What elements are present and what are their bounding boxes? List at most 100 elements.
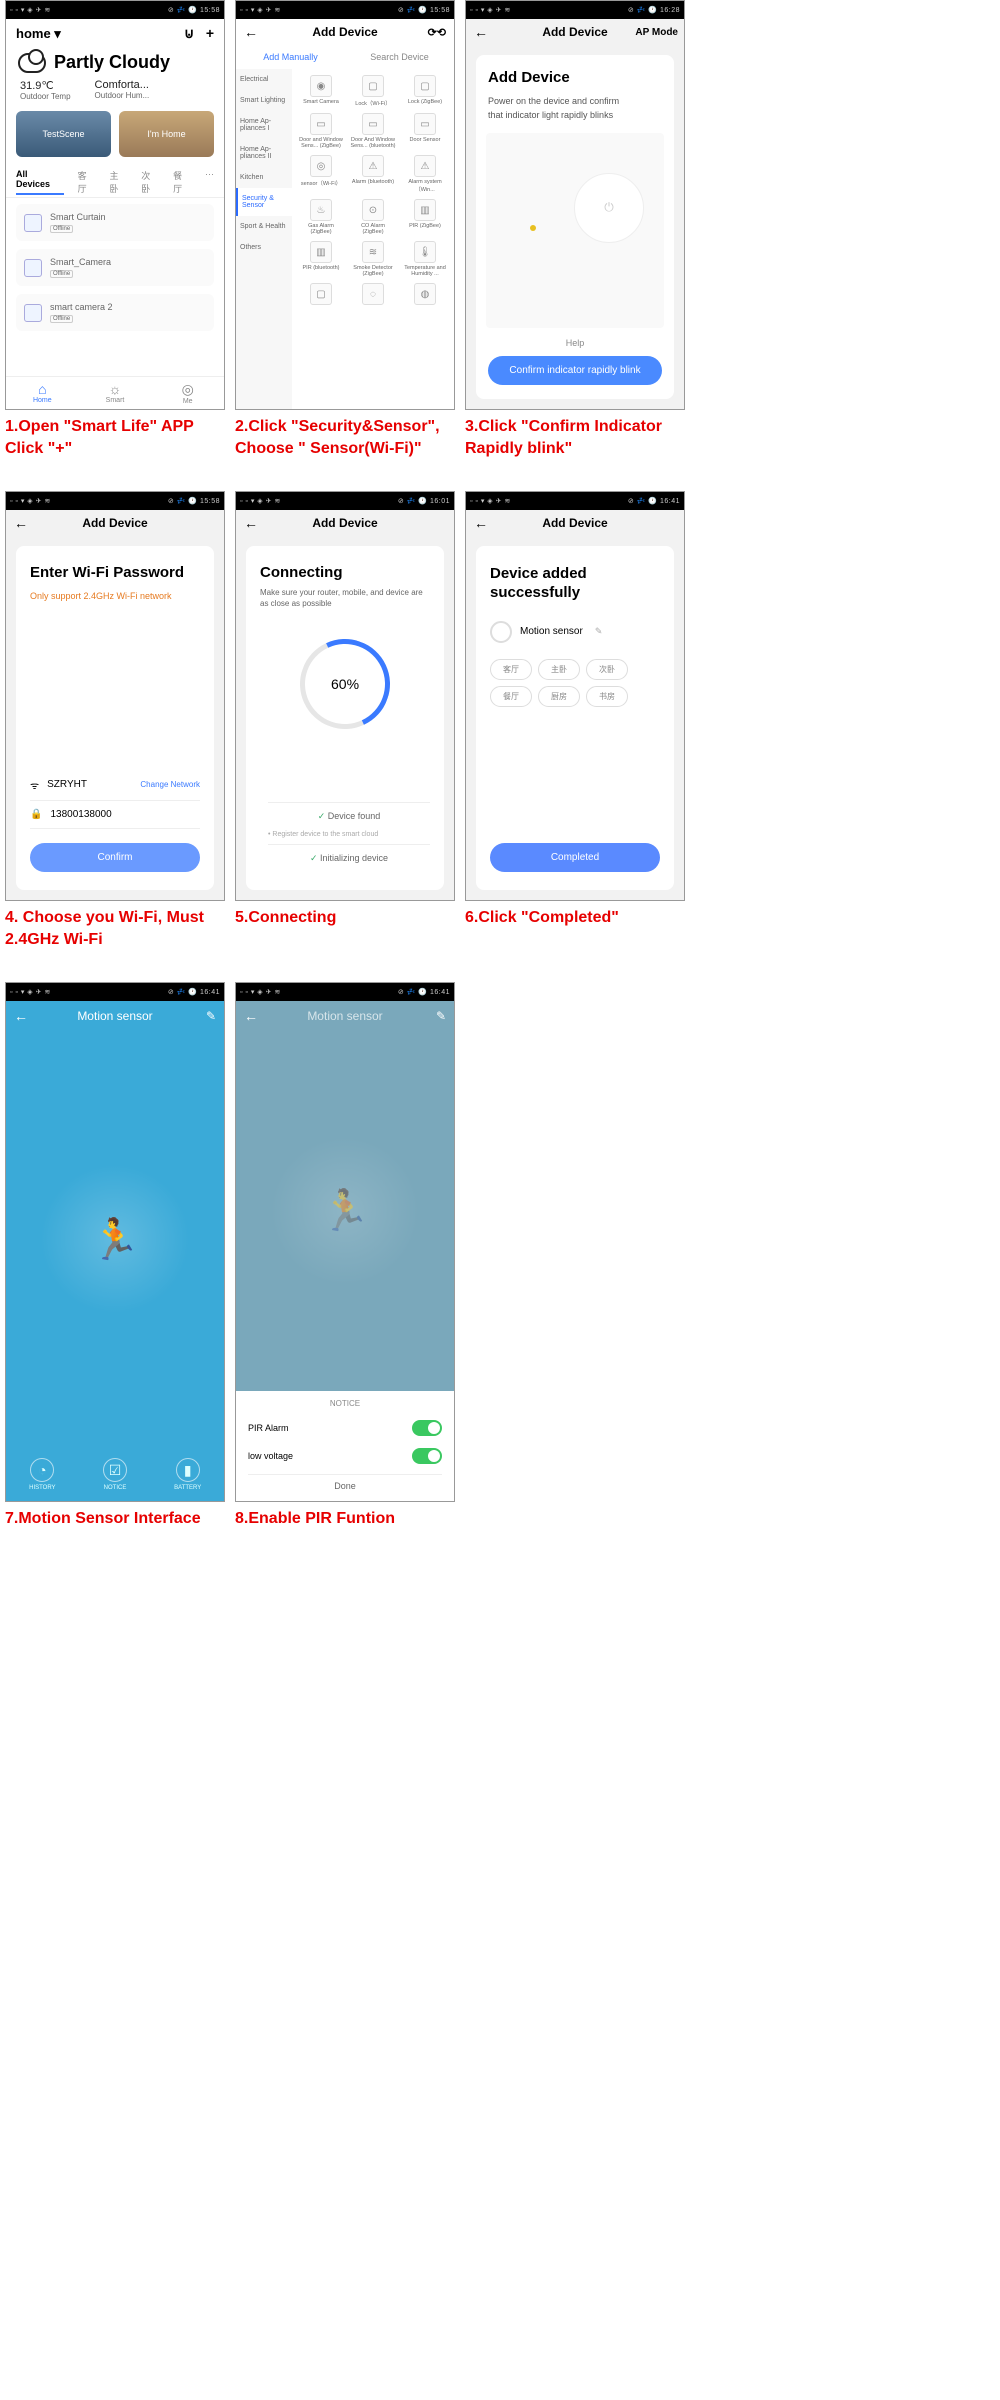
heading: Connecting xyxy=(260,564,430,581)
confirm-button[interactable]: Confirm xyxy=(30,843,200,872)
device-type-item[interactable]: ▥PIR (bluetooth) xyxy=(296,239,346,279)
device-type-icon: ♨ xyxy=(310,199,332,221)
room-chip[interactable]: 书房 xyxy=(586,686,628,707)
help-link[interactable]: Help xyxy=(488,338,662,348)
device-type-item[interactable]: ▭Door and Window Sens... (ZigBee) xyxy=(296,111,346,151)
low-voltage-toggle[interactable] xyxy=(412,1448,442,1464)
device-type-item[interactable]: ◍ xyxy=(400,281,450,309)
confirm-blink-button[interactable]: Confirm indicator rapidly blink xyxy=(488,356,662,385)
tab-search-device[interactable]: Search Device xyxy=(345,49,454,65)
warning-text: Only support 2.4GHz Wi-Fi network xyxy=(30,591,200,601)
low-voltage-label: low voltage xyxy=(248,1451,293,1461)
device-type-item[interactable]: ◎sensor（Wi-Fi） xyxy=(296,153,346,195)
page-title: Add Device xyxy=(312,25,377,39)
nav-me[interactable]: ◎Me xyxy=(151,381,224,405)
device-card[interactable]: Smart CurtainOffline xyxy=(16,204,214,241)
tab-room[interactable]: 客厅 xyxy=(78,169,96,195)
back-icon[interactable]: ← xyxy=(14,1008,28,1024)
step-register: Register device to the smart cloud xyxy=(268,829,430,840)
done-button[interactable]: Done xyxy=(248,1474,442,1497)
scan-icon[interactable]: ⟳⟲ xyxy=(428,26,446,39)
nav-home[interactable]: ⌂Home xyxy=(6,381,79,405)
statusbar: ▫ ▫ ▾ ◈ ✈ ≋⊘ 💤 🕐 16:41 xyxy=(466,492,684,510)
nav-smart[interactable]: ☼Smart xyxy=(79,381,152,405)
hum-value: Comforta... xyxy=(95,79,150,91)
room-chip[interactable]: 餐厅 xyxy=(490,686,532,707)
cat-item[interactable]: Home Ap-pliances I xyxy=(236,111,292,139)
cat-item[interactable]: Electrical xyxy=(236,69,292,90)
device-type-item[interactable]: ⚠Alarm system（Win... xyxy=(400,153,450,195)
tabs-more[interactable]: ··· xyxy=(205,169,214,195)
back-icon[interactable]: ← xyxy=(244,515,258,531)
step-8-cell: ▫ ▫ ▾ ◈ ✈ ≋⊘ 💤 🕐 16:41 ←Motion sensor✎ 🏃… xyxy=(235,982,455,1530)
tab-battery[interactable]: ▮BATTERY xyxy=(151,1458,224,1491)
edit-icon[interactable]: ✎ xyxy=(436,1009,446,1023)
plus-icon[interactable]: + xyxy=(206,25,214,41)
heading: Enter Wi-Fi Password xyxy=(30,564,200,581)
device-type-icon: ▢ xyxy=(310,283,332,305)
device-card[interactable]: smart camera 2Offline xyxy=(16,294,214,331)
device-type-item[interactable]: ▥PIR (ZigBee) xyxy=(400,197,450,237)
temp-label: Outdoor Temp xyxy=(20,92,71,101)
cat-item[interactable]: Smart Lighting xyxy=(236,90,292,111)
device-type-icon: ⚠ xyxy=(414,155,436,177)
cat-item[interactable]: Kitchen xyxy=(236,167,292,188)
tab-history[interactable]: ◔HISTORY xyxy=(6,1458,79,1491)
statusbar: ▫ ▫ ▾ ◈ ✈ ≋⊘ 💤 🕐 16:28 xyxy=(466,1,684,19)
lock-icon: 🔒 xyxy=(30,809,42,820)
statusbar: ▫ ▫ ▾ ◈ ✈ ≋⊘ 💤 🕐 16:01 xyxy=(236,492,454,510)
hum-label: Outdoor Hum... xyxy=(95,91,150,100)
back-icon[interactable]: ← xyxy=(474,24,488,40)
mic-icon[interactable]: ⊍ xyxy=(184,25,194,41)
device-type-item[interactable]: ▢Lock（Wi-Fi） xyxy=(348,73,398,109)
ap-mode-link[interactable]: AP Mode xyxy=(635,27,678,38)
room-chip[interactable]: 厨房 xyxy=(538,686,580,707)
device-type-item[interactable]: ⊙CO Alarm (ZigBee) xyxy=(348,197,398,237)
device-type-item[interactable]: ♨Gas Alarm (ZigBee) xyxy=(296,197,346,237)
device-icon xyxy=(24,214,42,232)
scene-home[interactable]: I'm Home xyxy=(119,111,214,157)
back-icon[interactable]: ← xyxy=(474,515,488,531)
change-network-link[interactable]: Change Network xyxy=(140,780,200,789)
completed-button[interactable]: Completed xyxy=(490,843,660,872)
device-type-icon: ⚠ xyxy=(362,155,384,177)
cat-item[interactable]: Sport & Health xyxy=(236,216,292,237)
tab-room[interactable]: 主卧 xyxy=(109,169,127,195)
device-type-item[interactable]: ▭Door And Window Sens... (bluetooth) xyxy=(348,111,398,151)
tab-add-manually[interactable]: Add Manually xyxy=(236,49,345,65)
tab-all-devices[interactable]: All Devices xyxy=(16,169,64,195)
device-type-item[interactable]: ◌ xyxy=(348,281,398,309)
room-chip[interactable]: 客厅 xyxy=(490,659,532,680)
step-init: Initializing device xyxy=(268,844,430,871)
scene-test[interactable]: TestScene xyxy=(16,111,111,157)
room-chip[interactable]: 主卧 xyxy=(538,659,580,680)
device-type-item[interactable]: ▭Door Sensor xyxy=(400,111,450,151)
device-card[interactable]: Smart_CameraOffline xyxy=(16,249,214,286)
edit-icon[interactable]: ✎ xyxy=(595,626,603,637)
device-icon xyxy=(24,304,42,322)
edit-icon[interactable]: ✎ xyxy=(206,1009,216,1023)
device-type-item[interactable]: ▢ xyxy=(296,281,346,309)
pir-alarm-toggle[interactable] xyxy=(412,1420,442,1436)
cat-item[interactable]: Others xyxy=(236,237,292,258)
device-type-item[interactable]: ▢Lock (ZigBee) xyxy=(400,73,450,109)
tab-room[interactable]: 餐厅 xyxy=(173,169,191,195)
back-icon[interactable]: ← xyxy=(14,515,28,531)
device-type-icon: ⊙ xyxy=(362,199,384,221)
device-type-item[interactable]: 🌡Temperature and Humidity ... xyxy=(400,239,450,279)
cat-security-sensor[interactable]: Security & Sensor xyxy=(236,188,292,216)
cat-item[interactable]: Home Ap-pliances II xyxy=(236,139,292,167)
back-icon[interactable]: ← xyxy=(244,1008,258,1024)
device-type-item[interactable]: ◉Smart Camera xyxy=(296,73,346,109)
tab-notice[interactable]: ☑NOTICE xyxy=(79,1458,152,1491)
home-dropdown[interactable]: home ▾ xyxy=(16,26,61,42)
instruction-line: Power on the device and confirm xyxy=(488,94,662,108)
device-type-item[interactable]: ≋Smoke Detector (ZigBee) xyxy=(348,239,398,279)
tab-room[interactable]: 次卧 xyxy=(141,169,159,195)
room-chip[interactable]: 次卧 xyxy=(586,659,628,680)
caption-7: 7.Motion Sensor Interface xyxy=(5,1508,225,1530)
device-type-item[interactable]: ⚠Alarm (bluetooth) xyxy=(348,153,398,195)
password-input[interactable]: 13800138000 xyxy=(50,809,111,820)
back-icon[interactable]: ← xyxy=(244,24,258,40)
device-type-icon: ▭ xyxy=(310,113,332,135)
